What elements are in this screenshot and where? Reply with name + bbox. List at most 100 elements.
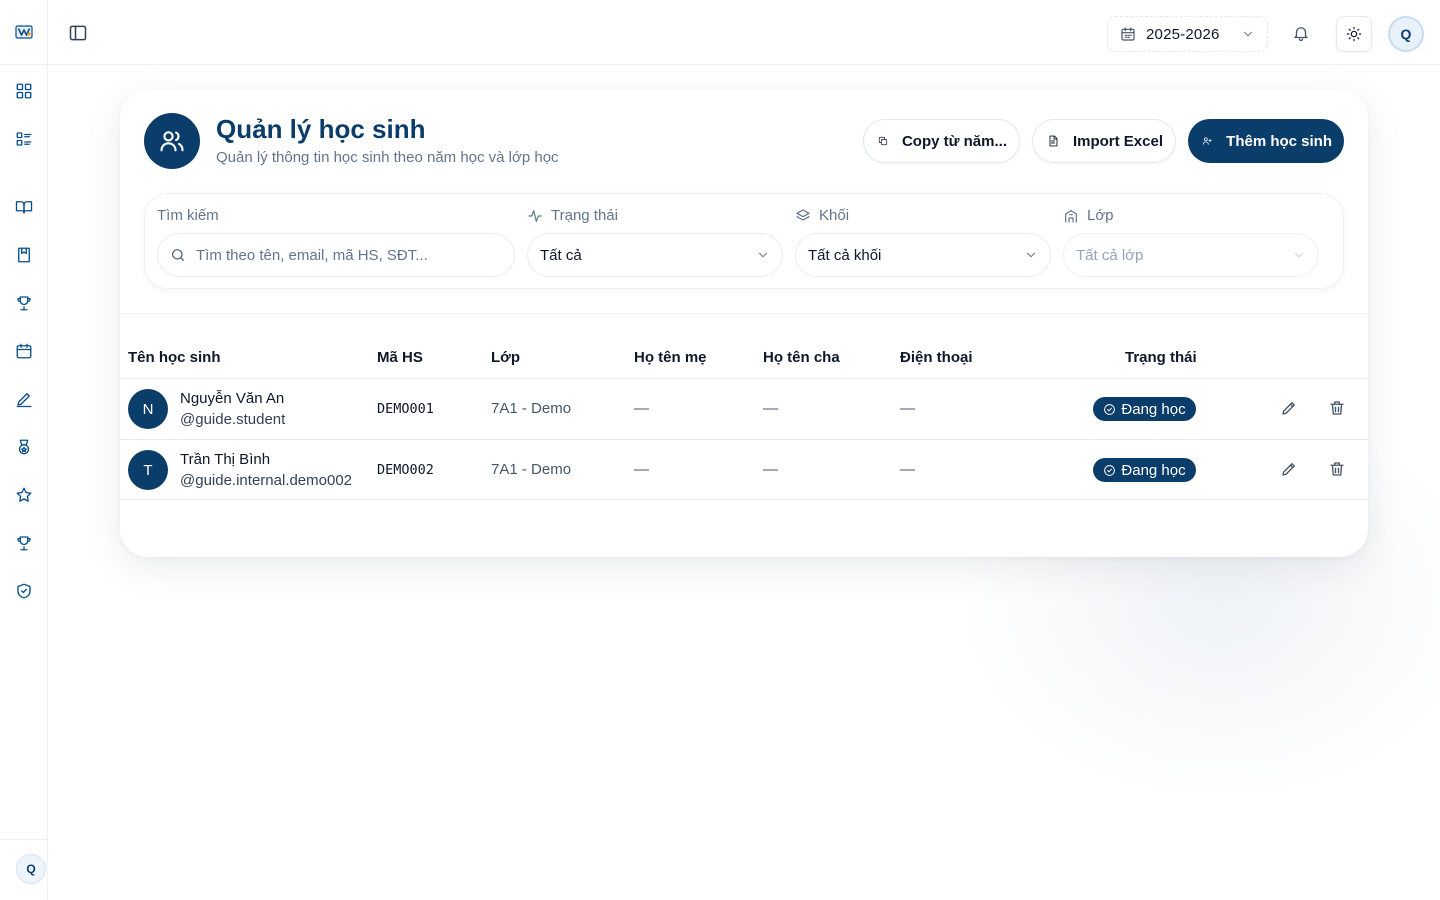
student-class: 7A1 - Demo: [491, 400, 572, 417]
search-icon: [172, 249, 184, 261]
class-filter-value: Tất cả lớp: [1076, 246, 1144, 264]
sidebar-divider: [0, 839, 47, 840]
import-excel-button[interactable]: Import Excel: [1032, 119, 1176, 163]
column-header-father[interactable]: Họ tên cha: [763, 349, 840, 366]
sidebar-item-list[interactable]: [12, 127, 36, 151]
student-father: —: [763, 461, 778, 478]
search-input[interactable]: [196, 246, 502, 264]
students-card: Quản lý học sinh Quản lý thông tin học s…: [120, 90, 1368, 557]
star-icon: [16, 487, 32, 502]
school-icon: [1065, 209, 1077, 223]
panel-left-icon: [69, 25, 87, 41]
import-excel-label: Import Excel: [1072, 132, 1163, 150]
bell-icon: [1294, 27, 1308, 42]
sun-icon: [1346, 26, 1362, 42]
chevron-down-icon: [1294, 252, 1304, 258]
student-name: Trần Thị Bình: [180, 451, 271, 468]
student-username: @guide.internal.demo002: [180, 472, 353, 489]
users-icon: [144, 113, 200, 169]
add-student-label: Thêm học sinh: [1226, 132, 1332, 150]
delete-button[interactable]: [1328, 399, 1348, 419]
pencil-icon: [1282, 402, 1295, 415]
student-code: DEMO002: [377, 462, 434, 478]
dashboard-icon: [16, 83, 32, 99]
calendar-icon: [16, 343, 32, 359]
status-filter-value: Tất cả: [540, 246, 582, 264]
student-code: DEMO001: [377, 401, 434, 417]
sidebar-item-book-open[interactable]: [12, 195, 36, 219]
sidebar-user-avatar[interactable]: Q: [16, 854, 46, 884]
student-mother: —: [634, 400, 649, 417]
trash-icon: [1330, 462, 1344, 476]
sidebar-item-shield[interactable]: [12, 579, 36, 603]
copy-from-year-button[interactable]: Copy từ năm...: [863, 119, 1020, 163]
edit-button[interactable]: [1280, 460, 1300, 480]
user-plus-icon: [1202, 137, 1212, 145]
calendar-icon: [1121, 27, 1135, 41]
trophy-icon: [17, 296, 31, 311]
grade-filter-value: Tất cả khối: [808, 246, 882, 264]
grade-filter-label: Khối: [795, 207, 849, 224]
school-year-select[interactable]: 2025-2026: [1107, 16, 1268, 52]
student-class: 7A1 - Demo: [491, 461, 572, 478]
sidebar-item-trophy[interactable]: [12, 291, 36, 315]
sidebar-item-star[interactable]: [12, 483, 36, 507]
page-title: Quản lý học sinh: [216, 114, 426, 144]
class-filter-label: Lớp: [1063, 207, 1114, 224]
column-header-code[interactable]: Mã HS: [377, 349, 423, 366]
user-avatar[interactable]: Q: [1388, 16, 1424, 52]
notifications-button[interactable]: [1292, 24, 1312, 44]
delete-button[interactable]: [1328, 460, 1348, 480]
sidebar-item-medal[interactable]: [12, 435, 36, 459]
student-mother: —: [634, 461, 649, 478]
school-year-value: 2025-2026: [1146, 25, 1220, 43]
check-circle-icon: [1104, 464, 1116, 476]
class-filter-select[interactable]: Tất cả lớp: [1063, 233, 1319, 277]
search-label: Tìm kiếm: [157, 207, 219, 224]
column-header-status[interactable]: Trạng thái: [1125, 349, 1197, 366]
page-subtitle: Quản lý thông tin học sinh theo năm học …: [216, 149, 559, 166]
chevron-down-icon: [758, 252, 768, 258]
trophy-icon: [17, 536, 31, 551]
sidebar-item-bookmark[interactable]: [12, 243, 36, 267]
column-header-class[interactable]: Lớp: [491, 349, 520, 366]
student-username: @guide.student: [180, 411, 286, 428]
copy-icon: [878, 136, 888, 146]
student-avatar: T: [128, 450, 168, 490]
student-name: Nguyễn Văn An: [180, 390, 285, 407]
status-filter-select[interactable]: Tất cả: [527, 233, 783, 277]
sidebar-divider: [0, 64, 47, 65]
chevron-down-icon: [1243, 31, 1253, 37]
status-filter-label: Trạng thái: [527, 207, 618, 224]
table-row[interactable]: T Trần Thị Bình @guide.internal.demo002 …: [120, 439, 1368, 500]
sidebar-item-dashboard[interactable]: [12, 79, 36, 103]
add-student-button[interactable]: Thêm học sinh: [1188, 119, 1344, 163]
column-header-phone[interactable]: Điện thoại: [900, 349, 973, 366]
sidebar: Q: [0, 0, 48, 900]
shield-check-icon: [17, 583, 31, 599]
filter-panel: Tìm kiếm Trạng thái Tất cả Khối Tất cả k…: [144, 193, 1344, 289]
pencil-icon: [16, 393, 32, 408]
student-father: —: [763, 400, 778, 417]
sidebar-toggle-button[interactable]: [68, 23, 88, 43]
column-header-mother[interactable]: Họ tên mẹ: [634, 349, 707, 366]
column-header-name[interactable]: Tên học sinh: [128, 349, 221, 366]
edit-button[interactable]: [1280, 399, 1300, 419]
search-field[interactable]: [157, 233, 515, 277]
list-icon: [16, 132, 32, 146]
sidebar-item-pencil[interactable]: [12, 387, 36, 411]
activity-icon: [528, 209, 542, 222]
copy-from-year-label: Copy từ năm...: [901, 132, 1007, 150]
app-logo[interactable]: [14, 22, 34, 42]
book-open-icon: [15, 201, 33, 214]
theme-toggle-button[interactable]: [1336, 16, 1372, 52]
grade-filter-select[interactable]: Tất cả khối: [795, 233, 1051, 277]
status-badge: Đang học: [1093, 458, 1196, 482]
table-row[interactable]: N Nguyễn Văn An @guide.student DEMO001 7…: [120, 378, 1368, 439]
student-phone: —: [900, 461, 915, 478]
sidebar-item-calendar[interactable]: [12, 339, 36, 363]
sidebar-item-trophy-2[interactable]: [12, 531, 36, 555]
chevron-down-icon: [1026, 252, 1036, 258]
check-circle-icon: [1104, 403, 1116, 415]
medal-icon: [18, 439, 30, 455]
